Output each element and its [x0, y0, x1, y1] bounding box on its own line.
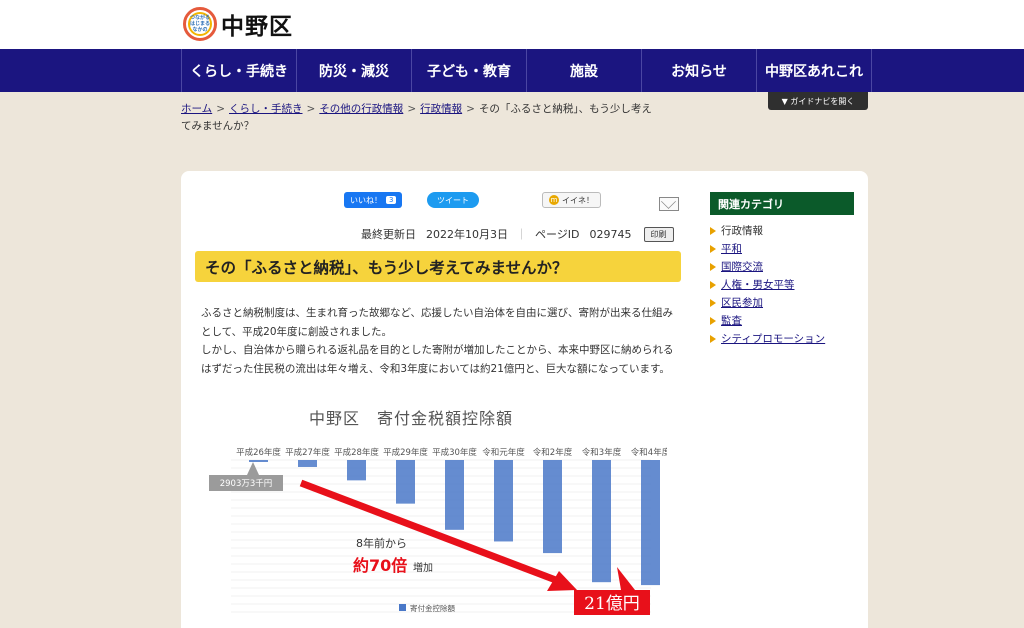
updated-date: 2022年10月3日: [426, 228, 508, 241]
nav-item[interactable]: お知らせ: [642, 49, 757, 92]
breadcrumb: ホーム > くらし・手続き > その他の行政情報 > 行政情報 > その「ふるさと納税」、もう少…: [181, 101, 661, 135]
breadcrumb-other-admin[interactable]: その他の行政情報: [319, 103, 403, 115]
start-callout-pointer: [247, 462, 259, 475]
related-category-link[interactable]: 監査: [721, 315, 742, 327]
facebook-like-button[interactable]: いいね！ 3: [344, 192, 403, 208]
article-body: ふるさと納税制度は、生まれ育った故郷など、応援したい自治体を自由に選び、寄附が出…: [201, 304, 679, 378]
note-suffix: 増加: [413, 561, 433, 574]
breadcrumb-admin-info[interactable]: 行政情報: [420, 103, 462, 115]
nav-item[interactable]: くらし・手続き: [182, 49, 297, 92]
global-nav-list: くらし・手続き 防災・減災 子ども・教育 施設 お知らせ 中野区あれこれ: [181, 49, 872, 92]
related-category-link[interactable]: シティプロモーション: [721, 333, 825, 345]
breadcrumb-sep: >: [466, 103, 475, 115]
mixi-icon: m: [549, 195, 559, 205]
related-category-item[interactable]: シティプロモーション: [710, 330, 860, 348]
global-nav: くらし・手続き 防災・減災 子ども・教育 施設 お知らせ 中野区あれこれ: [0, 49, 1024, 92]
breadcrumb-sep: >: [216, 103, 225, 115]
logo-mark-text: つながる はじまる なかの: [189, 15, 210, 33]
related-category-item: 行政情報: [710, 222, 860, 240]
related-category-heading: 関連カテゴリ: [710, 192, 854, 215]
bar: [445, 460, 464, 530]
content-card: いいね！ 3 ツイート m イイネ！ 最終更新日 2022年10月3日 ｜ ペー…: [181, 171, 868, 628]
facebook-like-label: いいね！: [350, 195, 382, 205]
nav-item[interactable]: 施設: [527, 49, 642, 92]
bar: [396, 460, 415, 504]
mixi-iine-button[interactable]: m イイネ！: [542, 192, 601, 208]
nav-item[interactable]: 防災・減災: [297, 49, 412, 92]
updated-label: 最終更新日: [361, 228, 416, 241]
related-category-item[interactable]: 区民参加: [710, 294, 860, 312]
iine-label: イイネ！: [562, 195, 594, 205]
bar: [298, 460, 317, 467]
x-tick-label: 令和2年度: [533, 447, 573, 458]
breadcrumb-home[interactable]: ホーム: [181, 103, 212, 115]
bar: [543, 460, 562, 554]
note-big: 約70倍: [353, 556, 407, 575]
tweet-label: ツイート: [437, 195, 469, 205]
x-tick-label: 令和元年度: [482, 447, 525, 458]
related-category-link[interactable]: 人権・男女平等: [721, 279, 795, 291]
related-category-link[interactable]: 国際交流: [721, 261, 763, 273]
related-category-item[interactable]: 平和: [710, 240, 860, 258]
legend-label: 寄付金控除額: [410, 603, 455, 613]
x-tick-label: 平成27年度: [285, 447, 330, 458]
breadcrumb-kurashi[interactable]: くらし・手続き: [229, 103, 303, 115]
site-logo[interactable]: つながる はじまる なかの 中野区: [183, 7, 293, 41]
related-category-item[interactable]: 国際交流: [710, 258, 860, 276]
mail-icon[interactable]: [659, 197, 679, 211]
end-callout-label: 21億円: [584, 594, 640, 614]
tweet-button[interactable]: ツイート: [427, 192, 479, 208]
x-tick-label: 平成30年度: [432, 447, 477, 458]
page-title: その「ふるさと納税」、もう少し考えてみませんか？: [195, 251, 681, 282]
print-button[interactable]: 印刷: [643, 226, 674, 242]
breadcrumb-sep: >: [306, 103, 316, 115]
chart-svg: 平成26年度 平成27年度 平成28年度 平成29年度 平成30年度 令和元年度 令和2年度…: [209, 447, 667, 615]
logo-mark-icon: つながる はじまる なかの: [183, 7, 217, 41]
related-category-link[interactable]: 平和: [721, 243, 742, 255]
x-tick-label: 令和3年度: [582, 447, 622, 458]
nav-item[interactable]: 中野区あれこれ: [757, 49, 872, 92]
x-tick-label: 令和4年度: [631, 447, 667, 458]
start-callout-label: 2903万3千円: [220, 478, 273, 489]
bar: [347, 460, 366, 481]
page-id-label: ページID: [535, 228, 580, 241]
bar: [641, 460, 660, 586]
x-tick-label: 平成28年度: [334, 447, 379, 458]
related-category-item[interactable]: 人権・男女平等: [710, 276, 860, 294]
nav-item[interactable]: 子ども・教育: [412, 49, 527, 92]
legend-swatch: [399, 604, 406, 611]
site-header: つながる はじまる なかの 中野区: [0, 0, 1024, 49]
guide-nav-button[interactable]: ▼ ガイドナビを開く: [768, 92, 868, 110]
page-id: 029745: [589, 227, 632, 241]
breadcrumb-sep: >: [407, 103, 417, 115]
related-category-link[interactable]: 区民参加: [721, 297, 763, 309]
article-paragraph: ふるさと納税制度は、生まれ育った故郷など、応援したい自治体を自由に選び、寄附が出…: [201, 307, 673, 338]
note-top: 8年前から: [356, 536, 407, 550]
related-category-item[interactable]: 監査: [710, 312, 860, 330]
page-meta: 最終更新日 2022年10月3日 ｜ ページID 029745 印刷: [361, 226, 681, 242]
article-paragraph: しかし、自治体から贈られる返礼品を目的とした寄附が増加したことから、本来中野区に…: [201, 344, 674, 375]
x-tick-label: 平成26年度: [236, 447, 281, 458]
meta-divider: ｜: [516, 228, 527, 241]
site-name: 中野区: [221, 14, 293, 40]
related-category-list: 行政情報平和国際交流人権・男女平等 区民参加監査シティプロモーション: [710, 222, 860, 348]
facebook-like-count: 3: [386, 196, 397, 204]
x-tick-label: 平成29年度: [383, 447, 428, 458]
bar: [592, 460, 611, 583]
bar: [249, 460, 268, 462]
bar: [494, 460, 513, 542]
end-callout-pointer: [617, 567, 635, 590]
deduction-chart: 中野区 寄付金税額控除額 平成26年度 平成27年度 平成28年度 平成29年度 平成3…: [201, 385, 667, 617]
